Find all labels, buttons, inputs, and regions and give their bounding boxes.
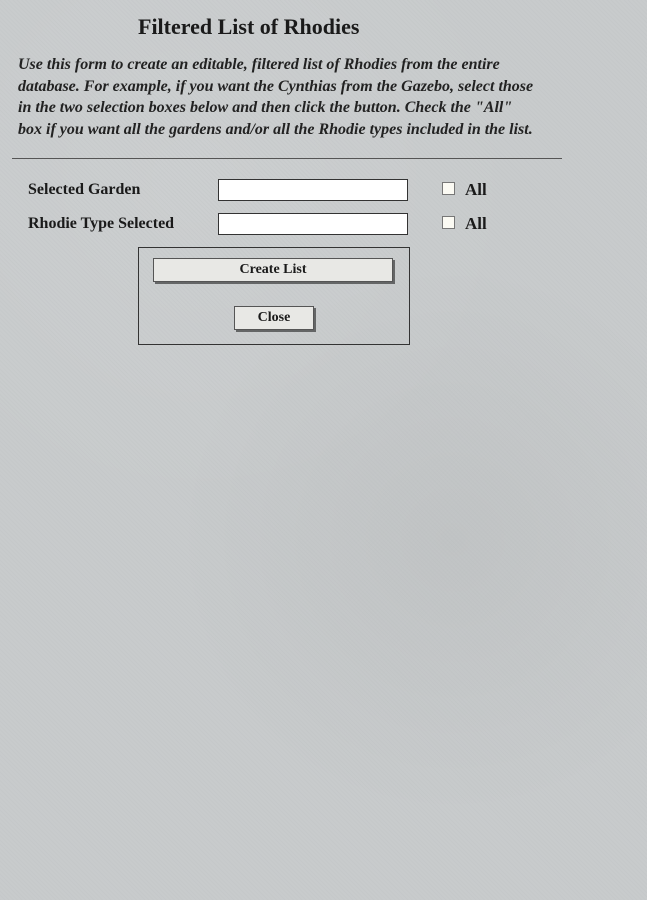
button-panel: Create List Close (138, 247, 410, 345)
form-area: Selected Garden All Rhodie Type Selected… (0, 159, 647, 345)
close-button[interactable]: Close (234, 306, 314, 330)
row-rhodie-type: Rhodie Type Selected All (28, 213, 647, 235)
label-selected-garden: Selected Garden (28, 181, 218, 199)
create-list-button[interactable]: Create List (153, 258, 393, 282)
input-rhodie-type[interactable] (218, 213, 408, 235)
label-garden-all: All (465, 180, 487, 200)
page-title: Filtered List of Rhodies (0, 0, 647, 40)
row-selected-garden: Selected Garden All (28, 179, 647, 201)
instructions-text: Use this form to create an editable, fil… (0, 40, 565, 140)
checkbox-rhodie-all[interactable] (442, 216, 455, 229)
checkbox-garden-all[interactable] (442, 182, 455, 195)
input-selected-garden[interactable] (218, 179, 408, 201)
label-rhodie-type: Rhodie Type Selected (28, 215, 218, 233)
label-rhodie-all: All (465, 214, 487, 234)
